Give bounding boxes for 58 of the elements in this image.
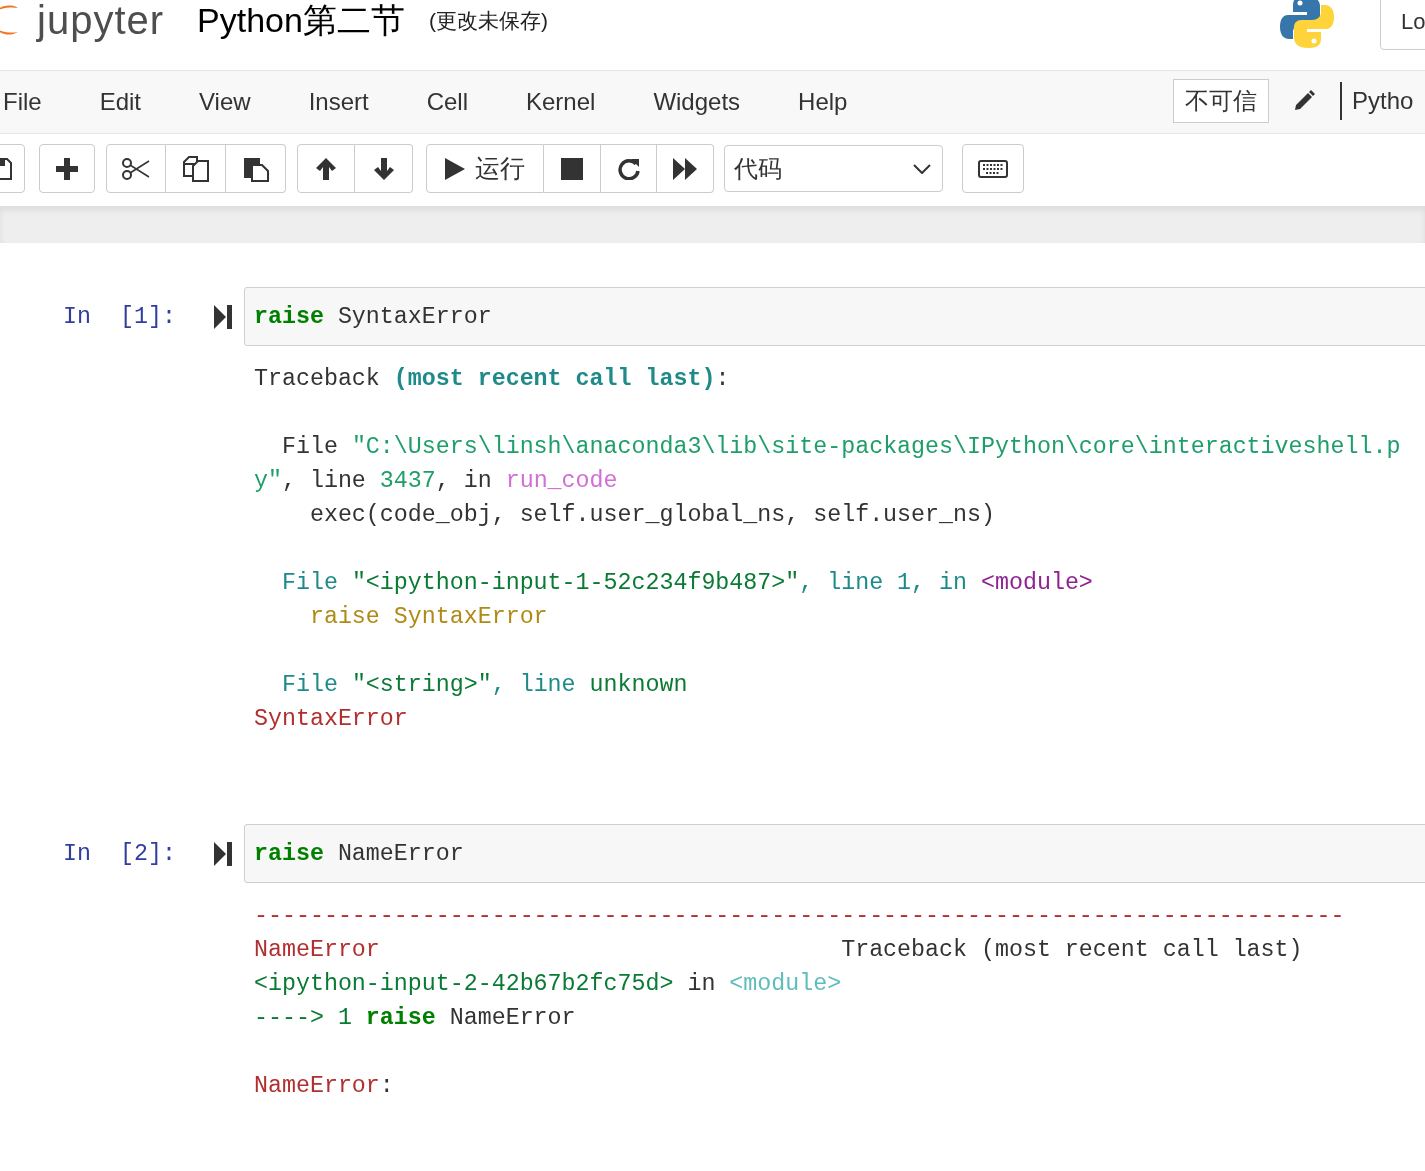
- menu-item[interactable]: Kernel: [526, 84, 596, 120]
- cut-button[interactable]: [106, 144, 166, 193]
- run-cell-icon[interactable]: [214, 304, 232, 329]
- fast-forward-icon: [673, 157, 697, 180]
- keyboard-button[interactable]: [962, 144, 1024, 193]
- output-line: <ipython-input-2-42b67b2fc75d> in <module>: [254, 970, 842, 999]
- input-prompt: In [1]:: [63, 302, 177, 332]
- output-line: exec(code_obj, self.user_global_ns, self.user_ns): [308, 501, 995, 530]
- code-input[interactable]: raise NameError: [244, 824, 1425, 883]
- output-line: NameError:: [254, 1072, 394, 1101]
- output-line: y", line 3437, in run_code: [254, 467, 618, 496]
- save-status: (更改未保存): [428, 9, 548, 31]
- chevron-down-icon: [913, 163, 931, 174]
- menu-item[interactable]: Widgets: [653, 84, 741, 120]
- cell-type-dropdown[interactable]: 代码: [724, 145, 943, 192]
- restart-icon: [617, 157, 640, 180]
- output-line: File "C:\Users\linsh\anaconda3\lib\site-packages\IPython\core\interactiveshell.p: [280, 433, 1401, 462]
- stop-button[interactable]: [544, 144, 601, 193]
- output-line: Traceback (most recent call last):: [254, 365, 730, 394]
- edit-pencil-icon[interactable]: [1293, 90, 1315, 112]
- kernel-name[interactable]: Pytho: [1352, 83, 1414, 119]
- move-up-button[interactable]: [297, 144, 355, 193]
- menu-item[interactable]: View: [199, 84, 251, 120]
- move-down-button[interactable]: [355, 144, 413, 193]
- paste-button[interactable]: [226, 144, 286, 193]
- arrow-up-icon: [315, 156, 337, 181]
- trust-indicator[interactable]: 不可信: [1173, 79, 1269, 123]
- logout-button[interactable]: Lo: [1380, 0, 1425, 50]
- menu-item[interactable]: Cell: [426, 84, 468, 120]
- menu-item[interactable]: Insert: [308, 84, 369, 120]
- stop-square-icon: [561, 157, 583, 180]
- add-cell-button[interactable]: [39, 144, 95, 193]
- plus-icon: [56, 157, 78, 180]
- output-line: ----> 1 raise NameError: [254, 1004, 576, 1033]
- keyboard-icon: [978, 159, 1008, 178]
- play-icon: [445, 157, 465, 180]
- input-prompt: In [2]:: [63, 839, 177, 869]
- copy-icon: [182, 155, 209, 182]
- arrow-down-icon: [372, 156, 395, 181]
- menu-item[interactable]: File: [3, 84, 42, 120]
- run-button[interactable]: 运行: [426, 144, 544, 193]
- clipboard-icon: [242, 155, 269, 182]
- logo-text[interactable]: jupyter: [37, 0, 165, 40]
- output-line: ------------------------------------------------------------------------------: [254, 902, 1345, 931]
- menu-item[interactable]: Help: [798, 84, 848, 120]
- copy-button[interactable]: [166, 144, 226, 193]
- output-line: File "<string>", line unknown: [280, 671, 688, 700]
- restart-button[interactable]: [601, 144, 657, 193]
- code-input[interactable]: raise SyntaxError: [244, 287, 1425, 346]
- fast-forward-button[interactable]: [657, 144, 714, 193]
- notebook-title[interactable]: Python第二节: [197, 3, 405, 37]
- output-line: File "<ipython-input-1-52c234f9b487>", line 1, in <module>: [280, 569, 1093, 598]
- output-line: NameError Traceback (most recent call last): [254, 936, 1303, 965]
- menu-item[interactable]: Edit: [99, 84, 142, 120]
- scissors-icon: [122, 157, 150, 180]
- output-line: SyntaxError: [254, 705, 408, 734]
- run-cell-icon[interactable]: [214, 841, 232, 866]
- output-line: raise SyntaxError: [308, 603, 548, 632]
